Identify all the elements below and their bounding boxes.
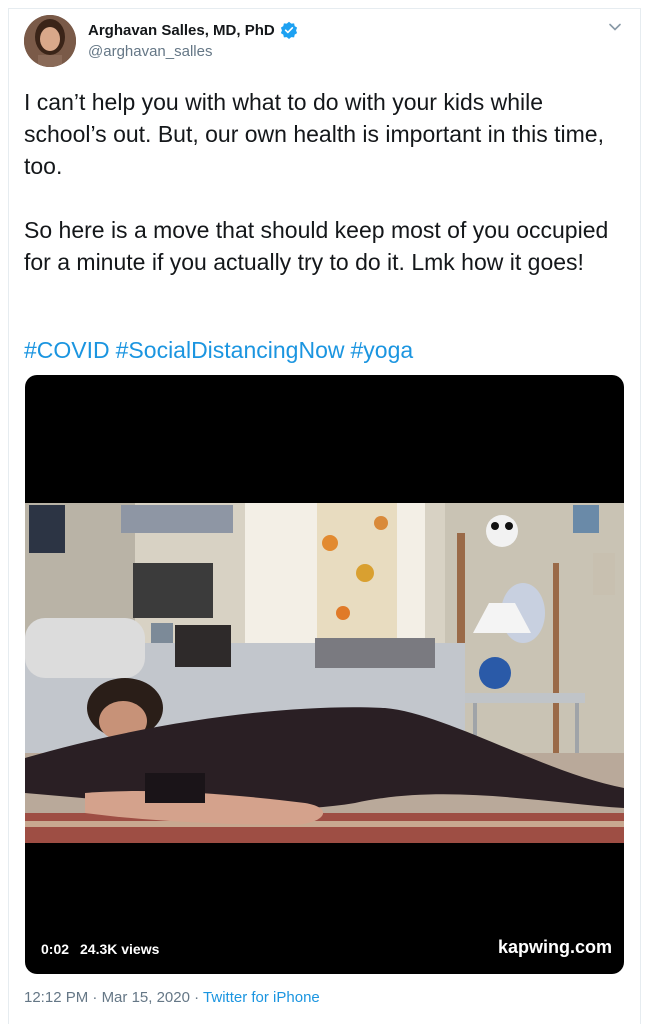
tweet-meta: 12:12 PM · Mar 15, 2020 · Twitter for iP… (24, 989, 320, 1006)
tweet-source-link[interactable]: Twitter for iPhone (203, 989, 320, 1006)
author-handle[interactable]: @arghavan_salles (88, 43, 212, 60)
video-view-count: 24.3K views (80, 941, 160, 957)
tweet-date[interactable]: Mar 15, 2020 (102, 989, 190, 1006)
tweet-paragraph: I can’t help you with what to do with yo… (24, 89, 604, 179)
verified-badge-icon (280, 21, 297, 39)
tweet-paragraph: So here is a move that should keep most … (24, 217, 609, 275)
meta-separator: · (194, 989, 200, 1006)
chevron-down-icon[interactable] (608, 20, 622, 34)
hashtag-list: #COVID #SocialDistancingNow #yoga (24, 334, 419, 366)
video-player[interactable]: 0:02 24.3K views kapwing.com (25, 375, 624, 974)
hashtag-link[interactable]: #SocialDistancingNow (116, 337, 345, 363)
video-frame (25, 503, 624, 843)
video-timestamp: 0:02 (41, 941, 70, 957)
tweet-time[interactable]: 12:12 PM (24, 989, 88, 1006)
avatar[interactable] (24, 15, 76, 67)
watermark-label: kapwing.com (497, 937, 612, 957)
hashtag-link[interactable]: #yoga (350, 337, 413, 363)
meta-separator: · (92, 989, 98, 1006)
hashtag-link[interactable]: #COVID (24, 337, 110, 363)
author-name[interactable]: Arghavan Salles, MD, PhD (88, 22, 275, 39)
tweet-text: I can’t help you with what to do with yo… (24, 86, 619, 278)
